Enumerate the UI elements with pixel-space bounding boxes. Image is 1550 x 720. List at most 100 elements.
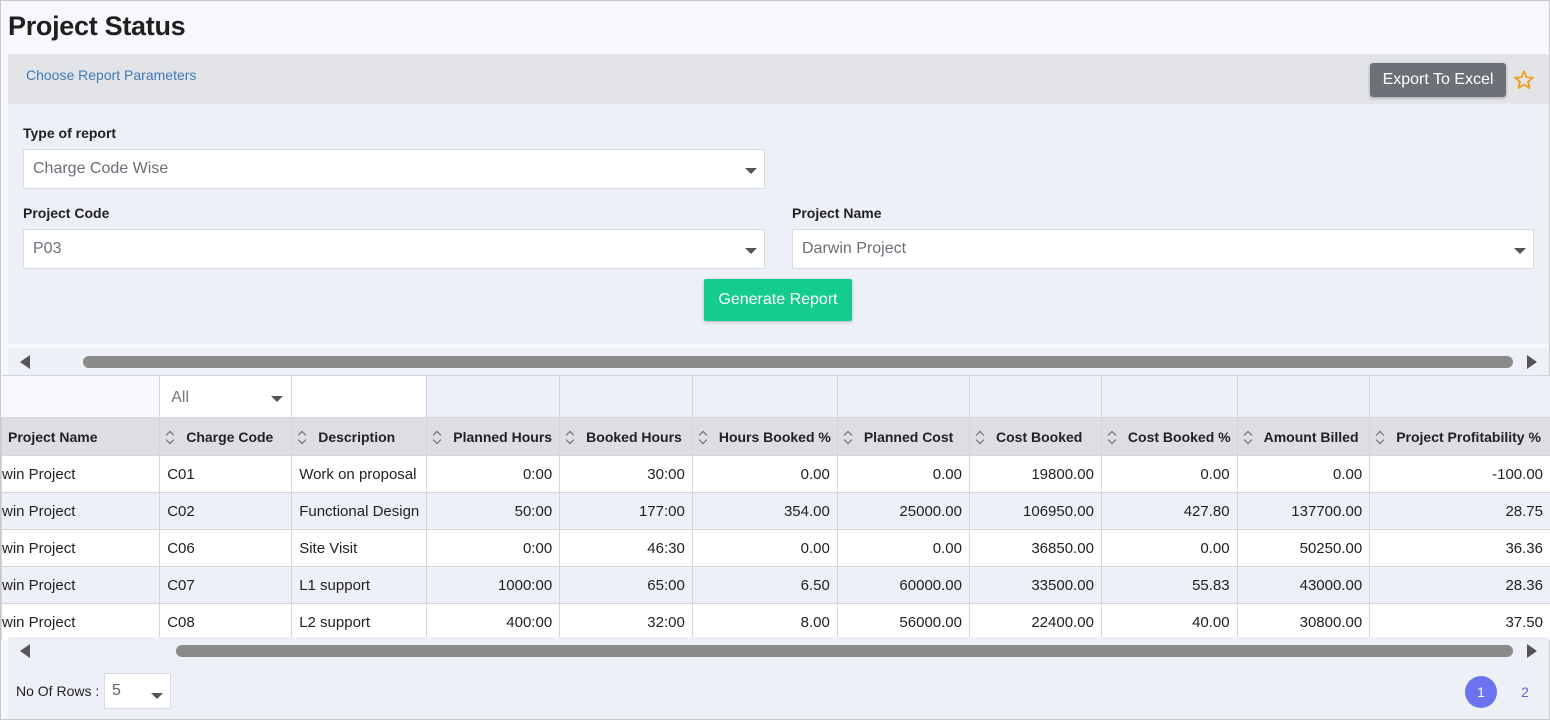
scroll-left-icon[interactable] <box>20 355 30 369</box>
description-cell: Work on proposal <box>291 455 428 493</box>
table-row[interactable]: win Project C08 L2 support 400:00 32:00 8.00 5… <box>1 603 1550 640</box>
bottom-horizontal-scrollbar[interactable] <box>8 637 1549 665</box>
table-body: win Project C01 Work on proposal 0:00 30:00 0… <box>1 455 1550 640</box>
header-row: Project Name Charge Code Description Pla… <box>1 417 1550 456</box>
charge-code-cell: C01 <box>159 455 293 493</box>
column-header-description[interactable]: Description <box>291 417 428 456</box>
project-name-value: Darwin Project <box>802 240 907 257</box>
project-name-cell: win Project <box>1 492 161 530</box>
booked-hours-cell: 32:00 <box>559 603 693 640</box>
description-cell: Site Visit <box>291 529 428 567</box>
column-header-planned-hours[interactable]: Planned Hours <box>426 417 561 456</box>
scroll-left-icon[interactable] <box>20 644 30 658</box>
charge-code-filter-cell: All <box>159 375 293 418</box>
project-name-cell: win Project <box>1 529 161 567</box>
report-type-select[interactable]: Charge Code Wise <box>23 149 765 189</box>
planned-cost-cell: 56000.00 <box>836 603 971 640</box>
planned-cost-cell: 25000.00 <box>836 492 971 530</box>
description-filter-cell[interactable] <box>291 375 428 418</box>
booked-hours-cell: 30:00 <box>559 455 693 493</box>
project-code-select[interactable]: P03 <box>23 229 765 269</box>
planned-hours-cell: 0:00 <box>426 455 561 493</box>
cost-booked-cell: 36850.00 <box>969 529 1102 567</box>
column-header-label: Description <box>318 428 396 445</box>
cost-booked-pct-cell: 55.83 <box>1100 566 1238 604</box>
charge-code-cell: C06 <box>159 529 293 567</box>
report-page: Project Status Choose Report Parameters … <box>0 0 1550 720</box>
sort-icon[interactable] <box>976 431 984 443</box>
cost-booked-pct-cell: 0.00 <box>1100 455 1238 493</box>
booked-hours-cell: 46:30 <box>559 529 693 567</box>
column-header-booked-hours[interactable]: Booked Hours <box>559 417 693 456</box>
planned-cost-cell: 0.00 <box>836 455 971 493</box>
column-header-cost-booked-pct[interactable]: Cost Booked % <box>1100 417 1238 456</box>
project-name-cell: win Project <box>1 566 161 604</box>
report-type-value: Charge Code Wise <box>33 160 169 177</box>
page-button-2[interactable]: 2 <box>1509 676 1541 708</box>
filter-cell <box>1100 375 1238 418</box>
sort-icon[interactable] <box>566 431 574 443</box>
top-horizontal-scrollbar[interactable] <box>8 348 1549 376</box>
report-parameters-form: Type of report Charge Code Wise Project … <box>8 104 1549 344</box>
scroll-right-icon[interactable] <box>1527 355 1537 369</box>
project-name-label: Project Name <box>792 205 882 221</box>
column-header-cost-booked[interactable]: Cost Booked <box>969 417 1102 456</box>
star-icon[interactable] <box>1513 69 1535 91</box>
sort-icon[interactable] <box>1376 431 1384 443</box>
charge-code-cell: C02 <box>159 492 293 530</box>
project-profitability-pct-cell: 28.36 <box>1369 566 1550 604</box>
scrollbar-thumb[interactable] <box>176 645 1513 657</box>
chevron-down-icon <box>745 248 757 254</box>
sort-icon[interactable] <box>699 431 707 443</box>
project-code-label: Project Code <box>23 205 110 221</box>
rows-per-page-value: 5 <box>112 682 121 699</box>
column-header-charge-code[interactable]: Charge Code <box>159 417 293 456</box>
page-button-1[interactable]: 1 <box>1465 676 1497 708</box>
table-row[interactable]: win Project C01 Work on proposal 0:00 30:00 0… <box>1 455 1550 493</box>
export-to-excel-button[interactable]: Export To Excel <box>1370 63 1506 97</box>
rows-per-page-label: No Of Rows : <box>16 683 100 699</box>
column-header-hours-booked-pct[interactable]: Hours Booked % <box>691 417 838 456</box>
sort-icon[interactable] <box>844 431 852 443</box>
table-row[interactable]: win Project C07 L1 support 1000:00 65:00 6.50… <box>1 566 1550 604</box>
project-name-select[interactable]: Darwin Project <box>792 229 1534 269</box>
hours-booked-pct-cell: 0.00 <box>691 455 838 493</box>
chevron-down-icon <box>271 396 284 402</box>
charge-code-cell: C07 <box>159 566 293 604</box>
filter-cell <box>1369 375 1550 418</box>
booked-hours-cell: 65:00 <box>559 566 693 604</box>
column-header-amount-billed[interactable]: Amount Billed <box>1236 417 1371 456</box>
column-header-planned-cost[interactable]: Planned Cost <box>836 417 971 456</box>
filter-cell <box>836 375 971 418</box>
sort-icon[interactable] <box>166 431 174 443</box>
sort-icon[interactable] <box>433 431 441 443</box>
report-type-label: Type of report <box>23 125 117 141</box>
project-name-cell: win Project <box>1 603 161 640</box>
charge-code-filter-select[interactable]: All <box>162 378 290 415</box>
rows-per-page-select[interactable]: 5 <box>104 673 171 709</box>
sort-icon[interactable] <box>298 431 306 443</box>
project-profitability-pct-cell: 36.36 <box>1369 529 1550 567</box>
filter-cell <box>426 375 561 418</box>
hours-booked-pct-cell: 354.00 <box>691 492 838 530</box>
filter-cell <box>559 375 693 418</box>
charge-code-filter-value: All <box>171 389 189 406</box>
table-row[interactable]: win Project C02 Functional Design 50:00 177:… <box>1 492 1550 530</box>
filter-row: All <box>1 375 1550 418</box>
scrollbar-thumb[interactable] <box>83 356 1513 368</box>
cost-booked-cell: 106950.00 <box>969 492 1102 530</box>
sort-icon[interactable] <box>1244 431 1252 443</box>
project-profitability-pct-cell: 37.50 <box>1369 603 1550 640</box>
scroll-right-icon[interactable] <box>1527 644 1537 658</box>
table-row[interactable]: win Project C06 Site Visit 0:00 46:30 0.00 0.0… <box>1 529 1550 567</box>
hours-booked-pct-cell: 6.50 <box>691 566 838 604</box>
planned-hours-cell: 1000:00 <box>426 566 561 604</box>
cost-booked-cell: 33500.00 <box>969 566 1102 604</box>
hours-booked-pct-cell: 0.00 <box>691 529 838 567</box>
generate-report-button[interactable]: Generate Report <box>704 279 852 321</box>
choose-report-parameters-link[interactable]: Choose Report Parameters <box>26 67 196 83</box>
column-header-project-profitability-pct[interactable]: Project Profitability % <box>1369 417 1550 456</box>
column-header-project-name[interactable]: Project Name <box>1 417 161 456</box>
sort-icon[interactable] <box>1108 431 1116 443</box>
column-header-label: Planned Cost <box>863 428 954 445</box>
